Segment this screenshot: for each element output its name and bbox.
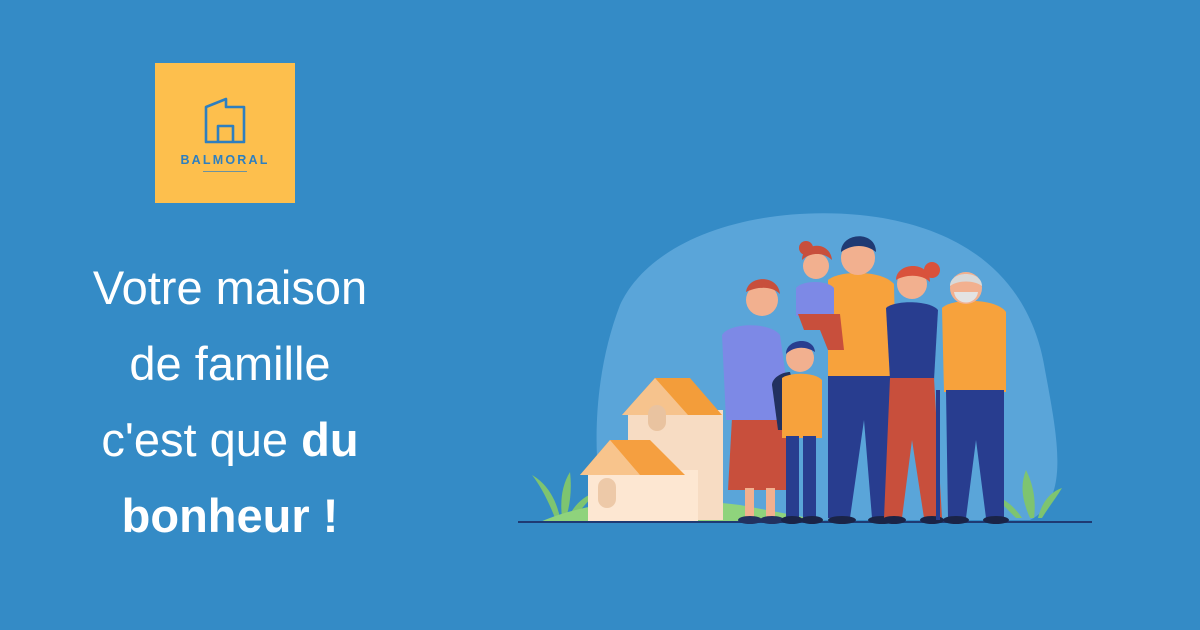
brand-name: BALMORAL	[180, 153, 270, 167]
headline-line-3: c'est que	[101, 413, 289, 466]
family-illustration	[518, 213, 1092, 524]
brand-underline	[203, 171, 247, 172]
headline-bold-1: du	[301, 413, 359, 466]
headline-line-2: de famille	[129, 337, 331, 390]
headline: Votre maison de famille c'est que du bon…	[30, 250, 430, 554]
headline-line-1: Votre maison	[92, 261, 368, 314]
house-icon	[204, 97, 246, 144]
brand-logo: BALMORAL	[155, 63, 295, 203]
headline-bold-2: bonheur !	[121, 489, 339, 542]
